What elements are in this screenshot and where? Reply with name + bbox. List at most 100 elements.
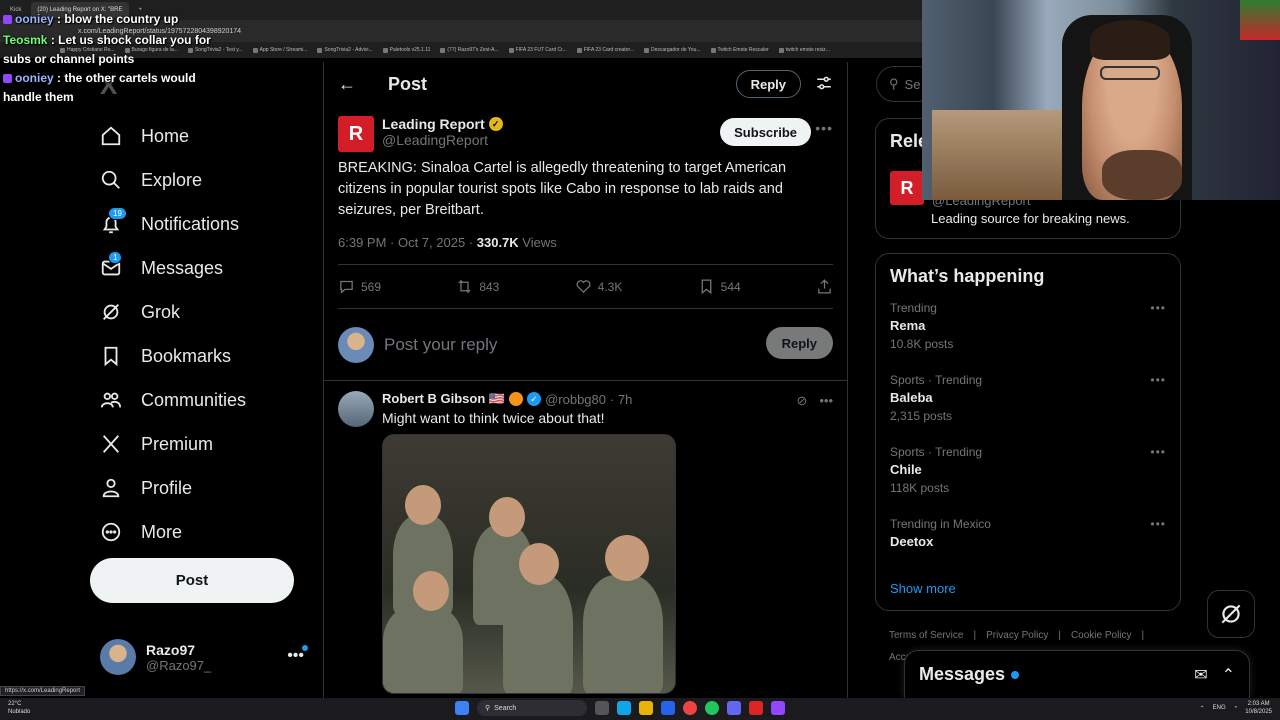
bookmark-icon [508,47,514,53]
bookmark-item[interactable]: Paletools v25.1.11 [382,47,430,53]
footer-link[interactable]: Terms of Service [889,630,963,641]
grok-floating-button[interactable] [1207,590,1255,638]
task-view-icon[interactable] [595,701,609,715]
notification-count-badge: 19 [108,207,127,220]
footer-link[interactable]: Privacy Policy [986,630,1048,641]
x-icon [100,433,122,455]
nav-item-more[interactable]: More [100,510,310,554]
nav-item-bookmarks[interactable]: Bookmarks [100,334,310,378]
trend-name: Chile [890,462,922,477]
nav-item-explore[interactable]: Explore [100,158,310,202]
back-arrow-icon[interactable]: ← [338,74,368,95]
discord-icon[interactable] [727,701,741,715]
author-name[interactable]: Leading Report [382,116,485,132]
nav-label: Messages [141,257,224,278]
bookmark-item[interactable]: FIFA 23 Card creator... [576,47,634,53]
nav-item-profile[interactable]: Profile [100,466,310,510]
footer-link[interactable]: Cookie Policy [1071,630,1132,641]
grok-icon [100,301,122,323]
home-icon [100,125,122,147]
more-icon[interactable]: ••• [287,647,304,665]
share-action[interactable] [816,278,833,295]
wifi-icon[interactable]: ◔ [1234,705,1238,711]
new-message-icon[interactable]: ✉ [1194,665,1207,685]
more-icon[interactable]: ••• [815,120,833,136]
avatar[interactable] [338,391,374,427]
more-icon[interactable]: ••• [819,393,833,409]
media-app-icon[interactable] [749,701,763,715]
bookmark-item[interactable]: App Store / Streami... [252,47,307,53]
show-more-link[interactable]: Show more [890,581,956,596]
expand-icon[interactable]: ⌃ [1222,665,1235,685]
windows-start-icon[interactable] [455,701,469,715]
reply-media-image[interactable] [382,434,676,694]
reply-action[interactable]: 569 [338,278,381,295]
trend-item[interactable]: Trending Rema 10.8K posts ••• [890,301,1166,373]
leading-report-logo-icon[interactable]: R [338,116,374,152]
nav-item-notifications[interactable]: 19 Notifications [100,202,310,246]
weather-widget[interactable]: 22°C Nublado [8,700,30,716]
trend-item[interactable]: Sports · Trending Baleba 2,315 posts ••• [890,373,1166,445]
bookmark-icon [710,47,716,53]
reply-input[interactable]: Post your reply [384,335,497,355]
views-label: Views [522,235,557,250]
trend-item[interactable]: Trending in Mexico Deetox ••• [890,517,1166,589]
bookmark-label: twitch emote resiz... [785,47,830,53]
bookmark-item[interactable]: SongTrivia2 - Advivi... [317,47,373,53]
tweet-actions: 569 843 4.3K 544 [338,265,833,309]
bookmark-item[interactable]: Twitch Emote Rescaler [710,47,769,53]
clock-date: 10/8/2025 [1245,709,1272,715]
repost-action[interactable]: 843 [456,278,499,295]
grok-icon[interactable]: ⊘ [796,393,807,409]
language-indicator[interactable]: ENG [1213,705,1226,711]
filter-icon[interactable] [815,74,833,92]
edge-icon[interactable] [617,701,631,715]
post-button[interactable]: Post [90,558,294,603]
reply-author-handle[interactable]: @robbg80 [545,392,606,407]
tray-chevron-icon[interactable]: ⌃ [1200,705,1205,712]
mail-app-icon[interactable] [661,701,675,715]
spotify-icon[interactable] [705,701,719,715]
nav-item-grok[interactable]: Grok [100,290,310,334]
leading-report-logo-icon[interactable]: R [890,171,924,205]
taskbar-search[interactable]: ⚲ Search [477,700,587,716]
clock[interactable]: 2:03 AM 10/8/2025 [1245,700,1272,716]
bookmark-action[interactable]: 544 [698,278,741,295]
more-icon[interactable]: ••• [1150,517,1166,531]
account-switcher[interactable]: Razo97 @Razo97_ ••• [100,637,310,677]
bookmark-item[interactable]: Descargador de You... [644,47,701,53]
file-explorer-icon[interactable] [639,701,653,715]
like-action[interactable]: 4.3K [575,278,622,295]
webcam-overlay [922,0,1280,200]
bookmark-label: Descargador de You... [651,47,701,53]
twitch-icon[interactable] [771,701,785,715]
nav-item-home[interactable]: Home [100,114,310,158]
bookmark-item[interactable]: (77) Razo97's Zest-A... [440,47,499,53]
nav-item-communities[interactable]: Communities [100,378,310,422]
bookmark-item[interactable]: FIFA 23 FUT Card Cr... [508,47,567,53]
nav-label: Home [141,125,190,146]
more-icon[interactable]: ••• [1150,373,1166,387]
avatar [338,326,374,363]
chrome-icon[interactable] [683,701,697,715]
trend-count: 118K posts [890,481,950,495]
trend-item[interactable]: Sports · Trending Chile 118K posts ••• [890,445,1166,517]
more-icon[interactable]: ••• [1150,301,1166,315]
messages-drawer[interactable]: Messages ✉ ⌃ [904,650,1250,698]
account-handle: @Razo97_ [146,657,212,673]
nav-item-premium[interactable]: Premium [100,422,310,466]
reply-tweet[interactable]: Robert B Gibson 🇺🇸 ✓ @robbg80 · 7h Might… [324,381,847,698]
more-icon[interactable]: ••• [1150,445,1166,459]
chat-username: Teosmk [3,33,48,47]
repost-count: 843 [479,279,500,294]
tweet-time[interactable]: 6:39 PM · Oct 7, 2025 · [338,235,473,250]
nav-item-messages[interactable]: 1 Messages [100,246,310,290]
bookmark-item[interactable]: twitch emote resiz... [778,47,830,53]
reply-sort-button[interactable]: Reply [735,70,801,98]
bitcoin-icon [509,392,524,406]
reply-author-name[interactable]: Robert B Gibson 🇺🇸 [382,391,505,407]
author-handle[interactable]: @LeadingReport [382,132,503,148]
subscribe-button[interactable]: Subscribe [720,118,811,146]
page-title: Post [388,73,428,94]
reply-button[interactable]: Reply [765,327,833,359]
